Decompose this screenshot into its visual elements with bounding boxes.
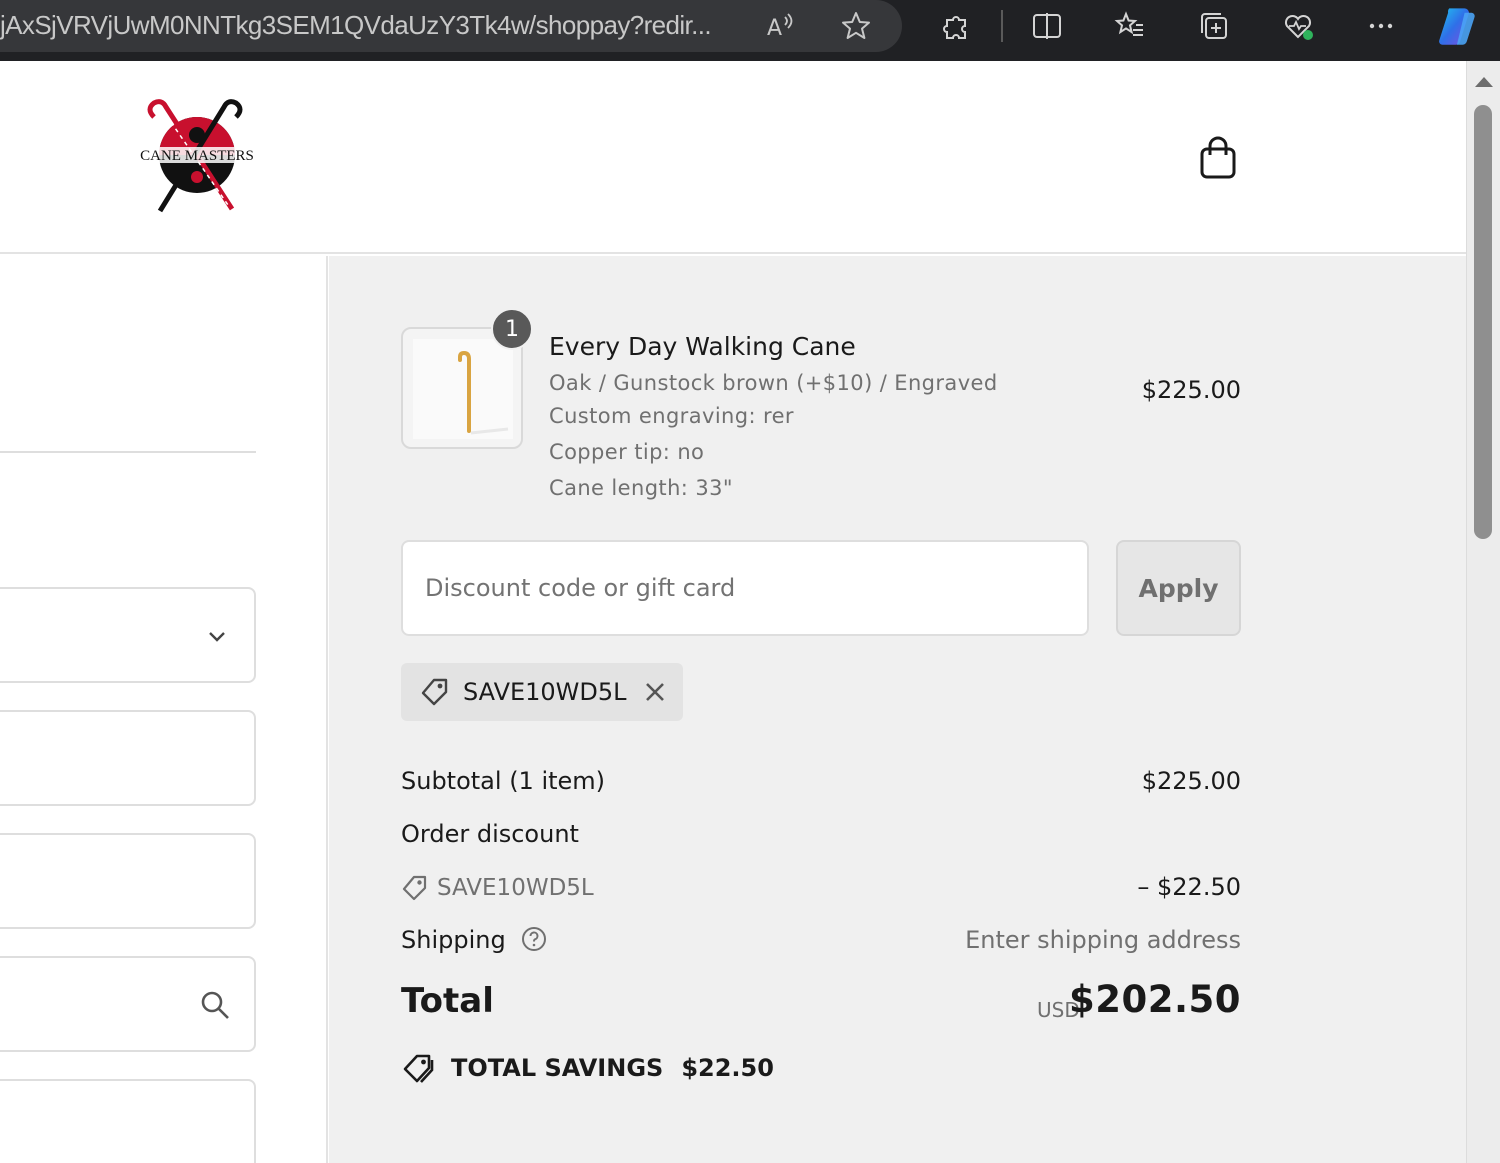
applied-discount-chip: SAVE10WD5L [401,663,683,721]
read-aloud-icon[interactable]: A [758,4,802,48]
extensions-icon[interactable] [934,4,978,48]
product-length: Cane length: 33" [549,476,733,500]
order-discount-code: SAVE10WD5L [401,874,594,902]
order-summary: 1 Every Day Walking Cane Oak / Gunstock … [329,256,1466,1163]
total-savings-value: $22.50 [681,1054,774,1082]
quantity-badge: 1 [491,308,533,350]
shipping-label: Shipping [401,926,506,954]
order-discount-value: – $22.50 [1137,873,1241,901]
tag-icon [402,875,427,901]
total-amount: $202.50 [1068,978,1241,1021]
browser-essentials-icon[interactable] [1276,4,1320,48]
shipping-value: Enter shipping address [965,926,1241,954]
tag-icon [421,678,448,706]
logo-wordmark: CANE MASTERS [140,148,254,164]
site-header: CANE MASTERS [0,61,1466,254]
more-icon[interactable] [1359,4,1403,48]
toolbar-separator [1001,10,1003,42]
checkout-page: CANE MASTERS 1 Every Day Walking Cane Oa… [0,61,1466,1163]
subtotal-label: Subtotal (1 item) [401,767,606,795]
apply-discount-button[interactable]: Apply [1116,540,1241,636]
product-variant: Oak / Gunstock brown (+$10) / Engraved [549,371,998,395]
checkout-form-column [0,256,328,1163]
subtotal-value: $225.00 [1141,767,1241,795]
page-scrollbar[interactable] [1466,61,1500,1163]
order-discount-label: Order discount [401,820,579,848]
scroll-up-arrow-icon[interactable] [1475,77,1493,87]
first-name-field[interactable] [0,710,256,806]
copilot-icon[interactable] [1436,4,1480,48]
shopping-bag-icon[interactable] [1196,135,1240,181]
product-engraving: Custom engraving: rer [549,404,794,428]
savings-tag-icon [403,1054,434,1083]
discount-code-input[interactable] [401,540,1089,636]
chevron-down-icon [209,632,225,642]
product-image [413,339,513,439]
svg-text:A: A [767,16,782,41]
favorites-icon[interactable] [1108,4,1152,48]
collections-icon[interactable] [1192,4,1236,48]
applied-discount-code: SAVE10WD5L [463,678,627,706]
shipping-label-row: Shipping [401,926,547,954]
help-circle-icon[interactable] [521,926,547,952]
cane-masters-logo[interactable]: CANE MASTERS [132,97,262,217]
favorite-star-icon[interactable] [834,4,878,48]
address-bar-url[interactable]: jAxSjVRVjUwM0NNTkg3SEM1QVdaUzY3Tk4w/shop… [0,10,728,41]
order-discount-code-text: SAVE10WD5L [437,875,594,901]
total-savings-label: TOTAL SAVINGS [451,1054,664,1082]
total-savings: TOTAL SAVINGS $22.50 [401,1051,774,1085]
split-screen-icon[interactable] [1025,4,1069,48]
apartment-field[interactable] [0,1079,256,1163]
browser-toolbar: jAxSjVRVjUwM0NNTkg3SEM1QVdaUzY3Tk4w/shop… [0,0,1500,61]
scrollbar-thumb[interactable] [1474,105,1492,539]
country-select[interactable] [0,587,256,683]
total-label: Total [401,981,494,1021]
address-field[interactable] [0,956,256,1052]
last-name-field[interactable] [0,833,256,929]
product-name: Every Day Walking Cane [549,332,856,361]
search-icon [201,991,229,1019]
remove-discount-icon[interactable] [643,680,667,704]
product-copper-tip: Copper tip: no [549,440,705,464]
form-divider [0,451,256,453]
product-price: $225.00 [1141,376,1241,404]
